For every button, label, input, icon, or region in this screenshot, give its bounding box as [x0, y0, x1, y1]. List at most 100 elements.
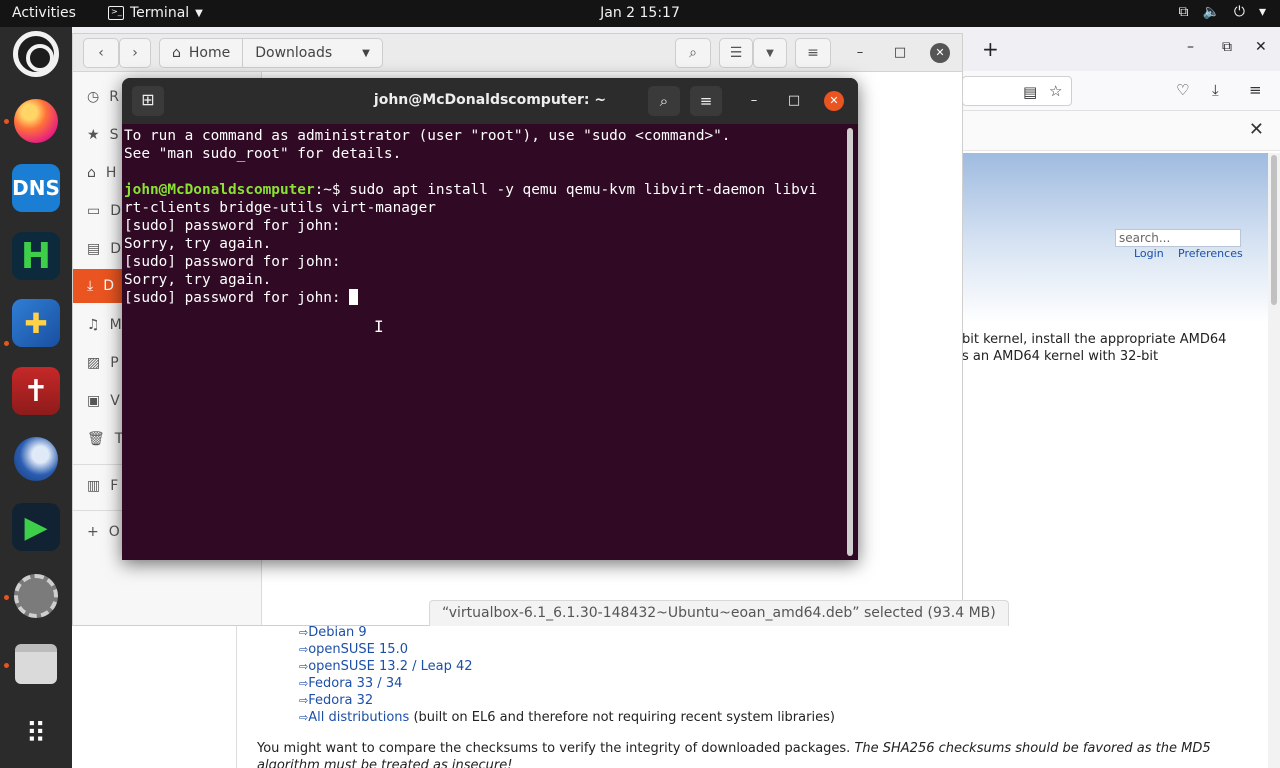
terminal-menu-button[interactable]: ≡: [690, 86, 722, 116]
link-arrow-icon: ⇨: [299, 711, 309, 724]
link-arrow-icon: ⇨: [299, 626, 309, 639]
distribution-link[interactable]: All distributions: [308, 710, 409, 725]
music-icon: ♫: [87, 317, 100, 333]
clock[interactable]: Jan 2 15:17: [600, 5, 680, 21]
command-line: john@McDonaldscomputer:~$ sudo apt insta…: [124, 181, 844, 199]
dock-h-app[interactable]: H: [12, 232, 60, 280]
sidebar-item-label: D: [103, 278, 114, 294]
download-icon: ⤓: [87, 278, 94, 294]
close-icon[interactable]: ✕: [1249, 119, 1264, 140]
url-bar[interactable]: ▤ ☆: [962, 76, 1072, 106]
output-line: [sudo] password for john:: [124, 218, 341, 234]
sidebar-item-label: H: [105, 165, 117, 181]
terminal-header-bar: ⊞ john@McDonaldscomputer: ~ ⌕ ≡ – □ ✕: [122, 78, 858, 124]
new-tab-button[interactable]: ⊞: [132, 86, 164, 116]
login-link[interactable]: Login: [1134, 247, 1164, 260]
divider: [236, 622, 237, 768]
terminal-search-button[interactable]: ⌕: [648, 86, 680, 116]
path-downloads-label: Downloads: [255, 45, 333, 61]
activities-button[interactable]: Activities: [12, 5, 76, 21]
app-menu[interactable]: >_ Terminal ▼: [108, 5, 203, 21]
dock-screencast[interactable]: ▶: [12, 503, 60, 551]
dock-settings[interactable]: [12, 572, 60, 620]
minimize-button[interactable]: –: [1187, 39, 1194, 55]
close-button[interactable]: ✕: [1255, 39, 1267, 55]
output-line: Sorry, try again.: [124, 236, 272, 252]
sidebar-item-label: D: [110, 203, 122, 219]
new-tab-button[interactable]: +: [982, 37, 999, 61]
back-button[interactable]: ‹: [83, 38, 119, 68]
maximize-button[interactable]: □: [890, 43, 910, 63]
forward-button[interactable]: ›: [119, 38, 151, 68]
dock-files[interactable]: [12, 640, 60, 688]
volume-icon[interactable]: 🔈: [1202, 4, 1219, 20]
plus-icon: +: [87, 524, 99, 540]
dock-firefox[interactable]: [12, 97, 60, 145]
app-menu-label: Terminal: [130, 5, 190, 21]
distribution-link[interactable]: openSUSE 13.2 / Leap 42: [308, 659, 472, 674]
scrollbar-thumb[interactable]: [1271, 155, 1277, 305]
notification-bar: ✕: [962, 111, 1280, 151]
download-icon[interactable]: ⤓: [1212, 81, 1219, 99]
distribution-link[interactable]: openSUSE 15.0: [308, 642, 408, 657]
output-line: [sudo] password for john:: [124, 254, 341, 270]
maximize-button[interactable]: □: [784, 91, 804, 111]
terminal-scrollbar[interactable]: [847, 128, 853, 556]
restore-button[interactable]: ⧉: [1222, 39, 1232, 55]
list-view-icon: ☰: [729, 45, 743, 61]
page-scrollbar[interactable]: [1268, 153, 1280, 768]
sidebar-item-label: D: [110, 241, 122, 257]
close-button[interactable]: ✕: [824, 91, 844, 111]
output-line: Sorry, try again.: [124, 272, 272, 288]
close-button[interactable]: ✕: [930, 43, 950, 63]
path-downloads[interactable]: Downloads ▼: [243, 39, 382, 67]
dock-bible-app[interactable]: ✝: [12, 367, 60, 415]
search-icon: ⌕: [689, 45, 697, 61]
preferences-link[interactable]: Preferences: [1178, 247, 1243, 260]
document-icon: ▤: [87, 241, 101, 257]
dns-icon: DNS: [12, 176, 60, 200]
terminal-icon: >_: [108, 6, 124, 20]
hamburger-menu-icon[interactable]: ≡: [1249, 81, 1262, 99]
gear-icon: [14, 574, 58, 618]
running-indicator: [4, 119, 9, 124]
pocket-icon[interactable]: ♡: [1176, 81, 1189, 99]
list-item: ⇨openSUSE 15.0: [299, 642, 835, 659]
network-icon[interactable]: ⧉: [1178, 4, 1188, 20]
search-button[interactable]: ⌕: [675, 38, 711, 68]
ubuntu-logo-icon: [13, 31, 59, 77]
sidebar-item-label: M: [109, 317, 122, 333]
trash-icon: 🗑: [87, 431, 105, 447]
dock-dns[interactable]: DNS: [12, 164, 60, 212]
view-options-button[interactable]: ▼: [753, 38, 787, 68]
reader-view-icon[interactable]: ▤: [1023, 83, 1037, 101]
running-indicator: [4, 663, 9, 668]
dock-thunderbird[interactable]: [12, 435, 60, 483]
page-paragraph-line: bit kernel, install the appropriate AMD6…: [962, 332, 1227, 347]
caret-down-icon: ▼: [195, 7, 203, 19]
path-home[interactable]: ⌂ Home: [160, 39, 244, 67]
site-search-input[interactable]: search...: [1115, 229, 1241, 247]
password-prompt-line: [sudo] password for john:: [124, 289, 844, 307]
terminal-output[interactable]: To run a command as administrator (user …: [124, 127, 844, 307]
hamburger-menu-icon: ≡: [699, 92, 713, 110]
list-item: ⇨Fedora 33 / 34: [299, 676, 835, 693]
view-list-button[interactable]: ☰: [719, 38, 753, 68]
files-menu-button[interactable]: ≡: [795, 38, 831, 68]
distribution-link[interactable]: Fedora 33 / 34: [308, 676, 402, 691]
power-icon[interactable]: ⏻: [1234, 4, 1245, 20]
system-tray[interactable]: ⧉ 🔈 ⏻ ▾: [1178, 4, 1266, 20]
picture-icon: ▨: [87, 355, 101, 371]
checksum-warning: The SHA256 checksums should be favored a…: [854, 741, 1211, 756]
minimize-button[interactable]: –: [850, 43, 870, 63]
h-app-icon: H: [20, 235, 52, 277]
dock-ubuntu[interactable]: [12, 30, 60, 78]
dock-show-apps[interactable]: ⠿: [12, 709, 60, 757]
dock-book-app[interactable]: ✚: [12, 299, 60, 347]
chevron-down-icon[interactable]: ▾: [1259, 4, 1266, 20]
bookmark-star-icon[interactable]: ☆: [1049, 82, 1062, 100]
distribution-link[interactable]: Fedora 32: [308, 693, 373, 708]
distribution-link[interactable]: Debian 9: [308, 625, 366, 640]
minimize-button[interactable]: –: [744, 91, 764, 111]
list-item: ⇨Debian 9: [299, 625, 835, 642]
